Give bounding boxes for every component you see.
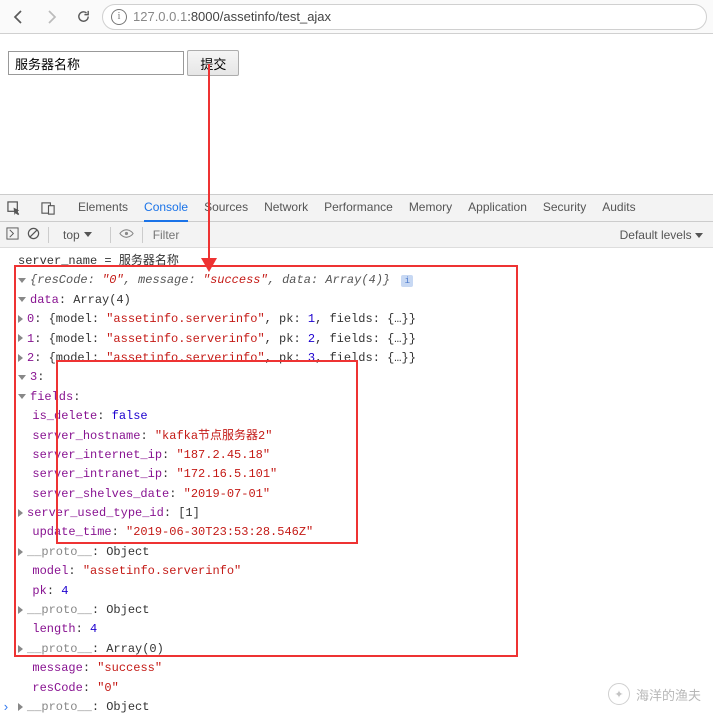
array-item[interactable]: 0: {model: "assetinfo.serverinfo", pk: 1… bbox=[18, 310, 705, 329]
devtools-tabbar: Elements Console Sources Network Perform… bbox=[0, 194, 713, 222]
reload-button[interactable] bbox=[70, 4, 96, 30]
expand-triangle-icon[interactable] bbox=[18, 354, 23, 362]
field: update_time: "2019-06-30T23:53:28.546Z" bbox=[18, 523, 705, 542]
object-root[interactable]: {resCode: "0", message: "success", data:… bbox=[18, 271, 705, 290]
console-prompt-icon[interactable]: › bbox=[2, 699, 10, 718]
data-array[interactable]: data: data: Array(4)Array(4) bbox=[18, 291, 705, 310]
page-body: 提交 bbox=[0, 34, 713, 194]
expand-triangle-icon[interactable] bbox=[18, 278, 26, 283]
field: server_internet_ip: "187.2.45.18" bbox=[18, 446, 705, 465]
clear-console-icon[interactable] bbox=[27, 227, 40, 243]
length: length: 4 bbox=[18, 620, 705, 639]
forward-button bbox=[38, 4, 64, 30]
tab-memory[interactable]: Memory bbox=[409, 194, 452, 222]
proto[interactable]: __proto__: Object bbox=[18, 698, 705, 717]
array-item-expanded[interactable]: 3: bbox=[18, 368, 705, 387]
tab-console[interactable]: Console bbox=[144, 194, 188, 222]
tab-elements[interactable]: Elements bbox=[78, 194, 128, 222]
inspect-element-icon[interactable] bbox=[4, 198, 24, 218]
console-sidebar-toggle-icon[interactable] bbox=[6, 227, 19, 243]
field: server_shelves_date: "2019-07-01" bbox=[18, 485, 705, 504]
chevron-down-icon bbox=[84, 232, 92, 237]
context-selector[interactable]: top bbox=[57, 226, 102, 244]
expand-triangle-icon[interactable] bbox=[18, 606, 23, 614]
tab-application[interactable]: Application bbox=[468, 194, 527, 222]
devtools-tabs: Elements Console Sources Network Perform… bbox=[78, 194, 636, 222]
device-toggle-icon[interactable] bbox=[38, 198, 58, 218]
array-item[interactable]: 1: {model: "assetinfo.serverinfo", pk: 2… bbox=[18, 330, 705, 349]
console-toolbar: top Default levels bbox=[0, 222, 713, 248]
expand-triangle-icon[interactable] bbox=[18, 375, 26, 380]
expand-triangle-icon[interactable] bbox=[18, 394, 26, 399]
browser-nav-bar: i 127.0.0.1:8000/assetinfo/test_ajax bbox=[0, 0, 713, 34]
array-item[interactable]: 2: {model: "assetinfo.serverinfo", pk: 3… bbox=[18, 349, 705, 368]
watermark: ✦ 海洋的渔夫 bbox=[608, 683, 701, 705]
field: message: "success" bbox=[18, 659, 705, 678]
server-name-input[interactable] bbox=[8, 51, 184, 75]
wechat-icon: ✦ bbox=[608, 683, 630, 705]
proto[interactable]: __proto__: Object bbox=[18, 543, 705, 562]
expand-triangle-icon[interactable] bbox=[18, 509, 23, 517]
tab-sources[interactable]: Sources bbox=[204, 194, 248, 222]
submit-button[interactable]: 提交 bbox=[187, 50, 239, 76]
log-line: server_name = 服务器名称 bbox=[18, 252, 705, 271]
url-text: 127.0.0.1:8000/assetinfo/test_ajax bbox=[133, 9, 331, 24]
url-bar[interactable]: i 127.0.0.1:8000/assetinfo/test_ajax bbox=[102, 4, 707, 30]
field: server_hostname: "kafka节点服务器2" bbox=[18, 427, 705, 446]
chevron-down-icon bbox=[695, 233, 703, 238]
expand-triangle-icon[interactable] bbox=[18, 297, 26, 302]
tab-audits[interactable]: Audits bbox=[602, 194, 635, 222]
expand-triangle-icon[interactable] bbox=[18, 645, 23, 653]
site-info-icon[interactable]: i bbox=[111, 9, 127, 25]
console-output: server_name = 服务器名称 {resCode: "0", messa… bbox=[0, 248, 713, 723]
eye-icon[interactable] bbox=[119, 226, 134, 244]
expand-triangle-icon[interactable] bbox=[18, 548, 23, 556]
field: resCode: "0" bbox=[18, 679, 705, 698]
log-levels-selector[interactable]: Default levels bbox=[620, 228, 707, 242]
field: server_intranet_ip: "172.16.5.101" bbox=[18, 465, 705, 484]
proto[interactable]: __proto__: Object bbox=[18, 601, 705, 620]
expand-triangle-icon[interactable] bbox=[18, 315, 23, 323]
fields-object[interactable]: fields: bbox=[18, 388, 705, 407]
expand-triangle-icon[interactable] bbox=[18, 703, 23, 711]
field: is_delete: false bbox=[18, 407, 705, 426]
proto[interactable]: __proto__: Array(0) bbox=[18, 640, 705, 659]
tab-security[interactable]: Security bbox=[543, 194, 586, 222]
filter-input[interactable] bbox=[151, 227, 431, 243]
back-button[interactable] bbox=[6, 4, 32, 30]
field: model: "assetinfo.serverinfo" bbox=[18, 562, 705, 581]
tab-performance[interactable]: Performance bbox=[324, 194, 393, 222]
tab-network[interactable]: Network bbox=[264, 194, 308, 222]
field[interactable]: server_used_type_id: [1] bbox=[18, 504, 705, 523]
expand-triangle-icon[interactable] bbox=[18, 334, 23, 342]
info-icon[interactable]: i bbox=[401, 275, 413, 287]
field: pk: 4 bbox=[18, 582, 705, 601]
